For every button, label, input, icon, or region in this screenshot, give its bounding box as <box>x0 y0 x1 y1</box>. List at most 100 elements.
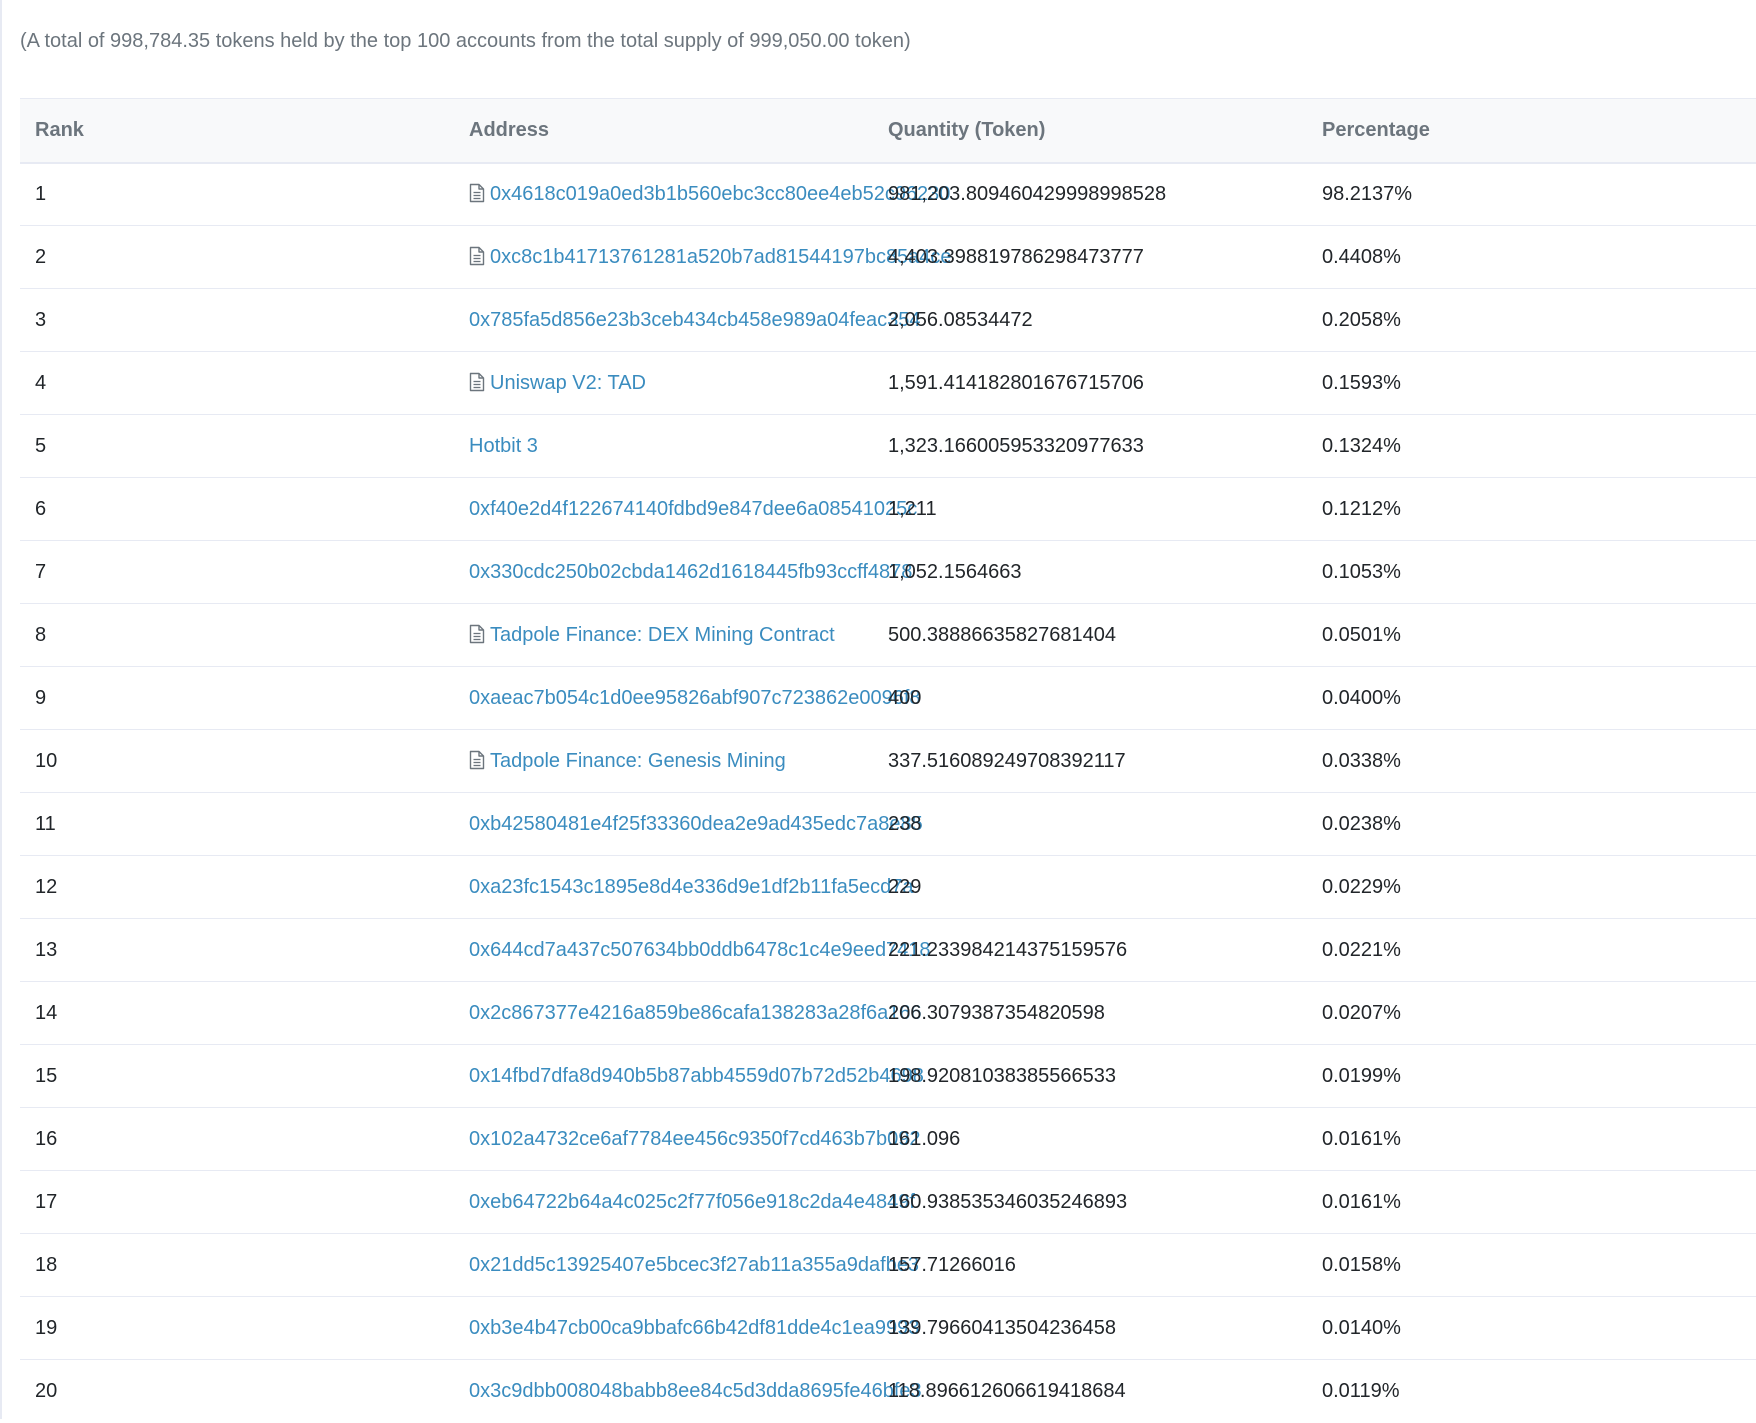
percentage-cell: 0.0158% <box>1322 1233 1756 1297</box>
file-text-icon <box>469 372 485 392</box>
quantity-cell: 2,056.08534472 <box>888 288 1322 352</box>
table-row: 10 Tadpole Finance: Genesis Mining 337.5… <box>20 729 1756 793</box>
quantity-cell: 500.38886635827681404 <box>888 603 1322 667</box>
percentage-value: 98.2137% <box>1322 182 1413 205</box>
file-text-icon <box>469 183 485 203</box>
address-link[interactable]: 0xb3e4b47cb00ca9bbafc66b42df81dde4c1ea99… <box>469 1317 919 1339</box>
address-link[interactable]: Tadpole Finance: Genesis Mining <box>490 750 786 772</box>
address-link[interactable]: 0x785fa5d856e23b3ceb434cb458e989a04feac3… <box>469 309 921 331</box>
address-link[interactable]: 0x14fbd7dfa8d940b5b87abb4559d07b72d52b46… <box>469 1065 924 1087</box>
address-cell: 0x2c867377e4216a859be86cafa138283a28f6a1… <box>454 981 922 1045</box>
table-body: 1 0x4618c019a0ed3b1b560ebc3cc80ee4eb52c9… <box>20 162 1756 1423</box>
rank-value: 17 <box>35 1190 58 1213</box>
percentage-cell: 0.0119% <box>1322 1360 1756 1423</box>
percentage-cell: 0.0338% <box>1322 729 1756 793</box>
address-link[interactable]: 0x102a4732ce6af7784ee456c9350f7cd463b7b0… <box>469 1128 921 1150</box>
rank-value: 12 <box>35 875 58 898</box>
rank-value: 14 <box>35 1001 58 1024</box>
holders-summary: (A total of 998,784.35 tokens held by th… <box>20 30 911 52</box>
table-row: 4 Uniswap V2: TAD 1,591.4141828016767157… <box>20 351 1756 415</box>
quantity-value: 400 <box>888 686 922 709</box>
page-left-border <box>0 0 2 1419</box>
address-link[interactable]: 0xaeac7b054c1d0ee95826abf907c723862e0096… <box>469 687 921 709</box>
address-cell: 0x330cdc250b02cbda1462d1618445fb93ccff48… <box>454 540 912 604</box>
percentage-value: 0.0207% <box>1322 1001 1401 1024</box>
rank-value: 19 <box>35 1316 58 1339</box>
table-row: 2 0xc8c1b41713761281a520b7ad81544197bc85… <box>20 225 1756 289</box>
quantity-value: 198.92081038385566533 <box>888 1064 1117 1087</box>
table-row: 6 0xf40e2d4f122674140fdbd9e847dee6a08541… <box>20 477 1756 541</box>
quantity-cell: 1,591.414182801676715706 <box>888 351 1322 415</box>
table-row: 1 0x4618c019a0ed3b1b560ebc3cc80ee4eb52c9… <box>20 162 1756 226</box>
percentage-cell: 0.0199% <box>1322 1044 1756 1108</box>
address-link[interactable]: 0xb42580481e4f25f33360dea2e9ad435edc7a8e… <box>469 813 923 835</box>
quantity-cell: 1,052.1564663 <box>888 540 1322 604</box>
percentage-value: 0.0229% <box>1322 875 1401 898</box>
address-link[interactable]: 0x2c867377e4216a859be86cafa138283a28f6a1… <box>469 1002 922 1024</box>
address-cell: 0x21dd5c13925407e5bcec3f27ab11a355a9dafb… <box>454 1233 919 1297</box>
table-row: 14 0x2c867377e4216a859be86cafa138283a28f… <box>20 981 1756 1045</box>
rank-cell: 20 <box>20 1360 454 1423</box>
rank-cell: 11 <box>20 792 454 856</box>
address-cell: Hotbit 3 <box>454 414 888 478</box>
file-text-icon <box>469 246 485 266</box>
quantity-value: 139.79660413504236458 <box>888 1316 1117 1339</box>
rank-value: 5 <box>35 434 47 457</box>
address-cell: 0xeb64722b64a4c025c2f77f056e918c2da4e484… <box>454 1170 915 1234</box>
address-link[interactable]: 0x330cdc250b02cbda1462d1618445fb93ccff48… <box>469 561 912 583</box>
address-link[interactable]: 0x4618c019a0ed3b1b560ebc3cc80ee4eb52c962… <box>490 183 950 205</box>
address-link[interactable]: 0xeb64722b64a4c025c2f77f056e918c2da4e484… <box>469 1191 915 1213</box>
rank-cell: 4 <box>20 351 454 415</box>
quantity-value: 2,056.08534472 <box>888 308 1033 331</box>
quantity-value: 157.71266016 <box>888 1253 1016 1276</box>
address-link[interactable]: 0x3c9dbb008048babb8ee84c5d3dda8695fe46bf… <box>469 1380 922 1402</box>
rank-cell: 12 <box>20 855 454 919</box>
quantity-cell: 157.71266016 <box>888 1233 1322 1297</box>
address-cell: 0xaeac7b054c1d0ee95826abf907c723862e0096… <box>454 666 921 730</box>
address-cell: 0x14fbd7dfa8d940b5b87abb4559d07b72d52b46… <box>454 1044 924 1108</box>
percentage-value: 0.0161% <box>1322 1127 1401 1150</box>
rank-value: 16 <box>35 1127 58 1150</box>
address-cell: 0x3c9dbb008048babb8ee84c5d3dda8695fe46bf… <box>454 1360 922 1423</box>
rank-cell: 13 <box>20 918 454 982</box>
quantity-cell: 229 <box>888 855 1322 919</box>
address-cell: 0x644cd7a437c507634bb0ddb6478c1c4e9eed74… <box>454 918 931 982</box>
rank-cell: 14 <box>20 981 454 1045</box>
table-row: 3 0x785fa5d856e23b3ceb434cb458e989a04fea… <box>20 288 1756 352</box>
address-link[interactable]: 0xf40e2d4f122674140fdbd9e847dee6a0854102… <box>469 498 917 520</box>
rank-value: 7 <box>35 560 47 583</box>
rank-value: 10 <box>35 749 58 772</box>
table-row: 19 0xb3e4b47cb00ca9bbafc66b42df81dde4c1e… <box>20 1296 1756 1360</box>
table-row: 9 0xaeac7b054c1d0ee95826abf907c723862e00… <box>20 666 1756 730</box>
rank-value: 15 <box>35 1064 58 1087</box>
file-text-icon <box>469 750 485 770</box>
percentage-value: 0.0119% <box>1322 1379 1400 1402</box>
rank-cell: 5 <box>20 414 454 478</box>
address-cell: 0xc8c1b41713761281a520b7ad81544197bc85a4… <box>454 225 952 289</box>
quantity-value: 160.938535346035246893 <box>888 1190 1128 1213</box>
address-cell: 0x785fa5d856e23b3ceb434cb458e989a04feac3… <box>454 288 921 352</box>
rank-value: 6 <box>35 497 47 520</box>
percentage-value: 0.1212% <box>1322 497 1401 520</box>
token-holders-table: Rank Address Quantity (Token) Percentage… <box>20 98 1756 1423</box>
address-link[interactable]: 0xc8c1b41713761281a520b7ad81544197bc85a4… <box>490 246 952 268</box>
rank-value: 4 <box>35 371 47 394</box>
rank-cell: 19 <box>20 1296 454 1360</box>
quantity-value: 206.3079387354820598 <box>888 1001 1105 1024</box>
quantity-value: 337.516089249708392117 <box>888 749 1126 772</box>
address-link[interactable]: Tadpole Finance: DEX Mining Contract <box>490 624 835 646</box>
quantity-value: 229 <box>888 875 922 898</box>
percentage-cell: 0.0229% <box>1322 855 1756 919</box>
address-link[interactable]: Hotbit 3 <box>469 435 538 457</box>
percentage-cell: 0.1324% <box>1322 414 1756 478</box>
address-link[interactable]: 0x644cd7a437c507634bb0ddb6478c1c4e9eed74… <box>469 939 931 961</box>
table-row: 7 0x330cdc250b02cbda1462d1618445fb93ccff… <box>20 540 1756 604</box>
percentage-cell: 0.1593% <box>1322 351 1756 415</box>
header-rank: Rank <box>20 98 454 164</box>
address-link[interactable]: 0x21dd5c13925407e5bcec3f27ab11a355a9dafb… <box>469 1254 919 1276</box>
address-link[interactable]: 0xa23fc1543c1895e8d4e336d9e1df2b11fa5ecd… <box>469 876 914 898</box>
percentage-value: 0.2058% <box>1322 308 1401 331</box>
table-row: 12 0xa23fc1543c1895e8d4e336d9e1df2b11fa5… <box>20 855 1756 919</box>
rank-value: 20 <box>35 1379 58 1402</box>
address-link[interactable]: Uniswap V2: TAD <box>490 372 646 394</box>
